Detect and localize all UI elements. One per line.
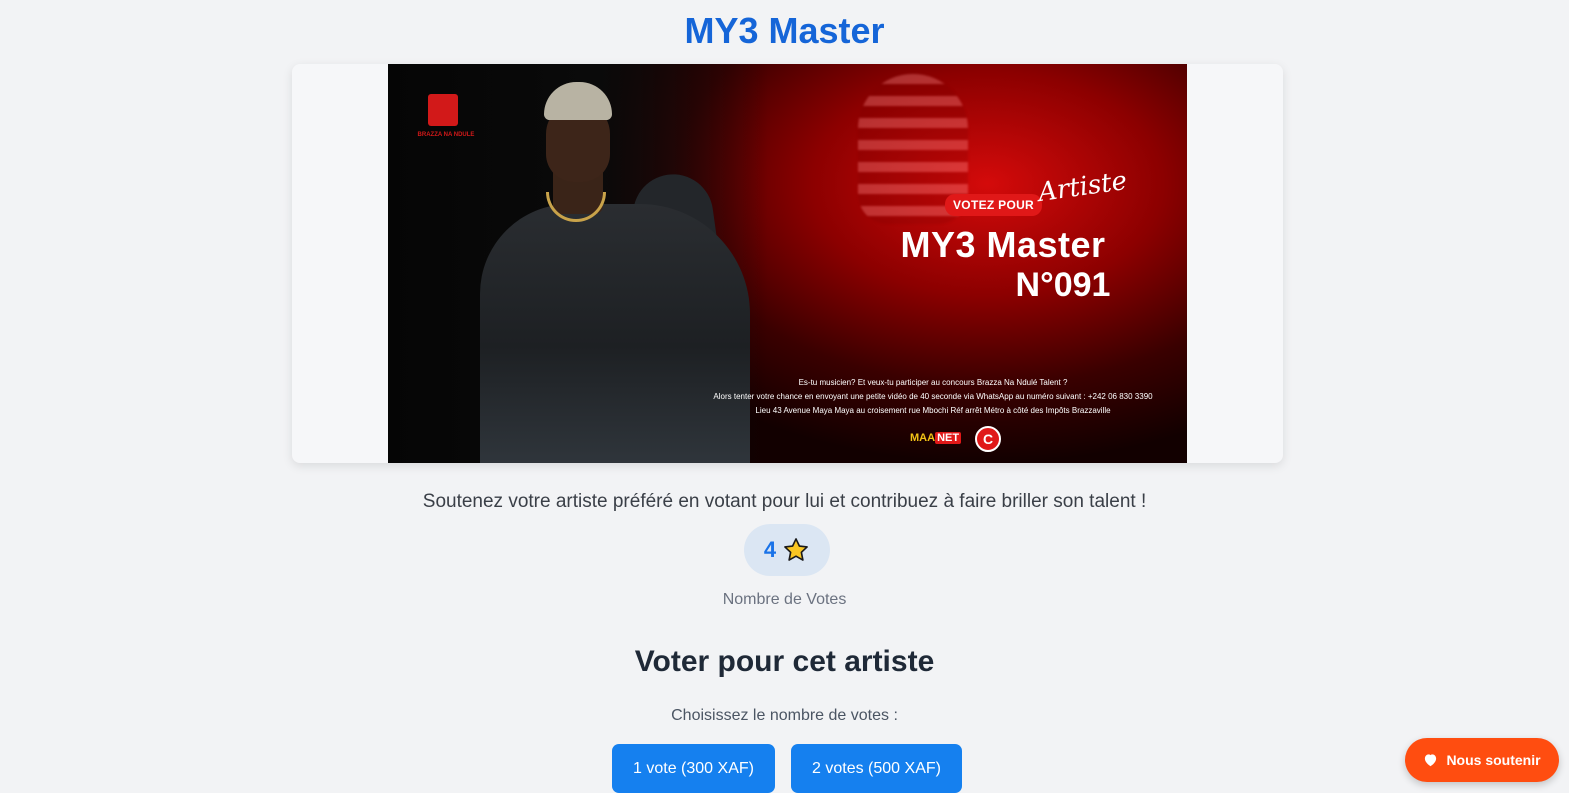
page-title: MY3 Master <box>684 10 885 51</box>
support-button-label: Nous soutenir <box>1446 752 1541 768</box>
page: MY3 Master BRAZZA NA NDULE VOTEZ POUR Ar… <box>0 0 1569 793</box>
banner-info-line: Lieu 43 Avenue Maya Maya au croisement r… <box>755 406 1111 415</box>
brazza-logo <box>428 94 458 126</box>
brazza-logo-text: BRAZZA NA NDULE <box>417 132 475 138</box>
artist-banner-image: BRAZZA NA NDULE VOTEZ POUR Artiste MY3 M… <box>388 64 1187 463</box>
star-icon <box>784 538 809 561</box>
brand-circle-logo: C <box>975 426 1001 452</box>
vote-count-value: 4 <box>763 537 777 562</box>
banner-vote-pill: VOTEZ POUR <box>945 194 1043 216</box>
banner-artist-name: MY3 Master <box>900 224 1106 265</box>
banner-info-line: Es-tu musicien? Et veux-tu participer au… <box>798 378 1068 387</box>
page-subtitle: Soutenez votre artiste préféré en votant… <box>422 491 1147 512</box>
banner-artist-number: N°091 <box>1015 266 1111 304</box>
banner-info-line: Alors tenter votre chance en envoyant un… <box>713 392 1153 401</box>
banner-info: Es-tu musicien? Et veux-tu participer au… <box>688 376 1178 418</box>
vote-option-2-button[interactable]: 2 votes (500 XAF) <box>791 744 962 793</box>
heart-icon <box>1425 754 1437 767</box>
choose-votes-label: Choisissez le nombre de votes : <box>671 707 898 724</box>
vote-option-1-button[interactable]: 1 vote (300 XAF) <box>612 744 775 793</box>
vote-section-title: Voter pour cet artiste <box>634 645 935 678</box>
vote-count-label: Nombre de Votes <box>722 591 847 608</box>
mynet-logo: MAA NET <box>910 432 962 444</box>
support-button[interactable]: Nous soutenir <box>1405 738 1559 782</box>
vote-count-badge: 4 <box>744 524 830 576</box>
artist-photo <box>480 204 750 463</box>
banner-script-word: Artiste <box>1036 165 1129 209</box>
